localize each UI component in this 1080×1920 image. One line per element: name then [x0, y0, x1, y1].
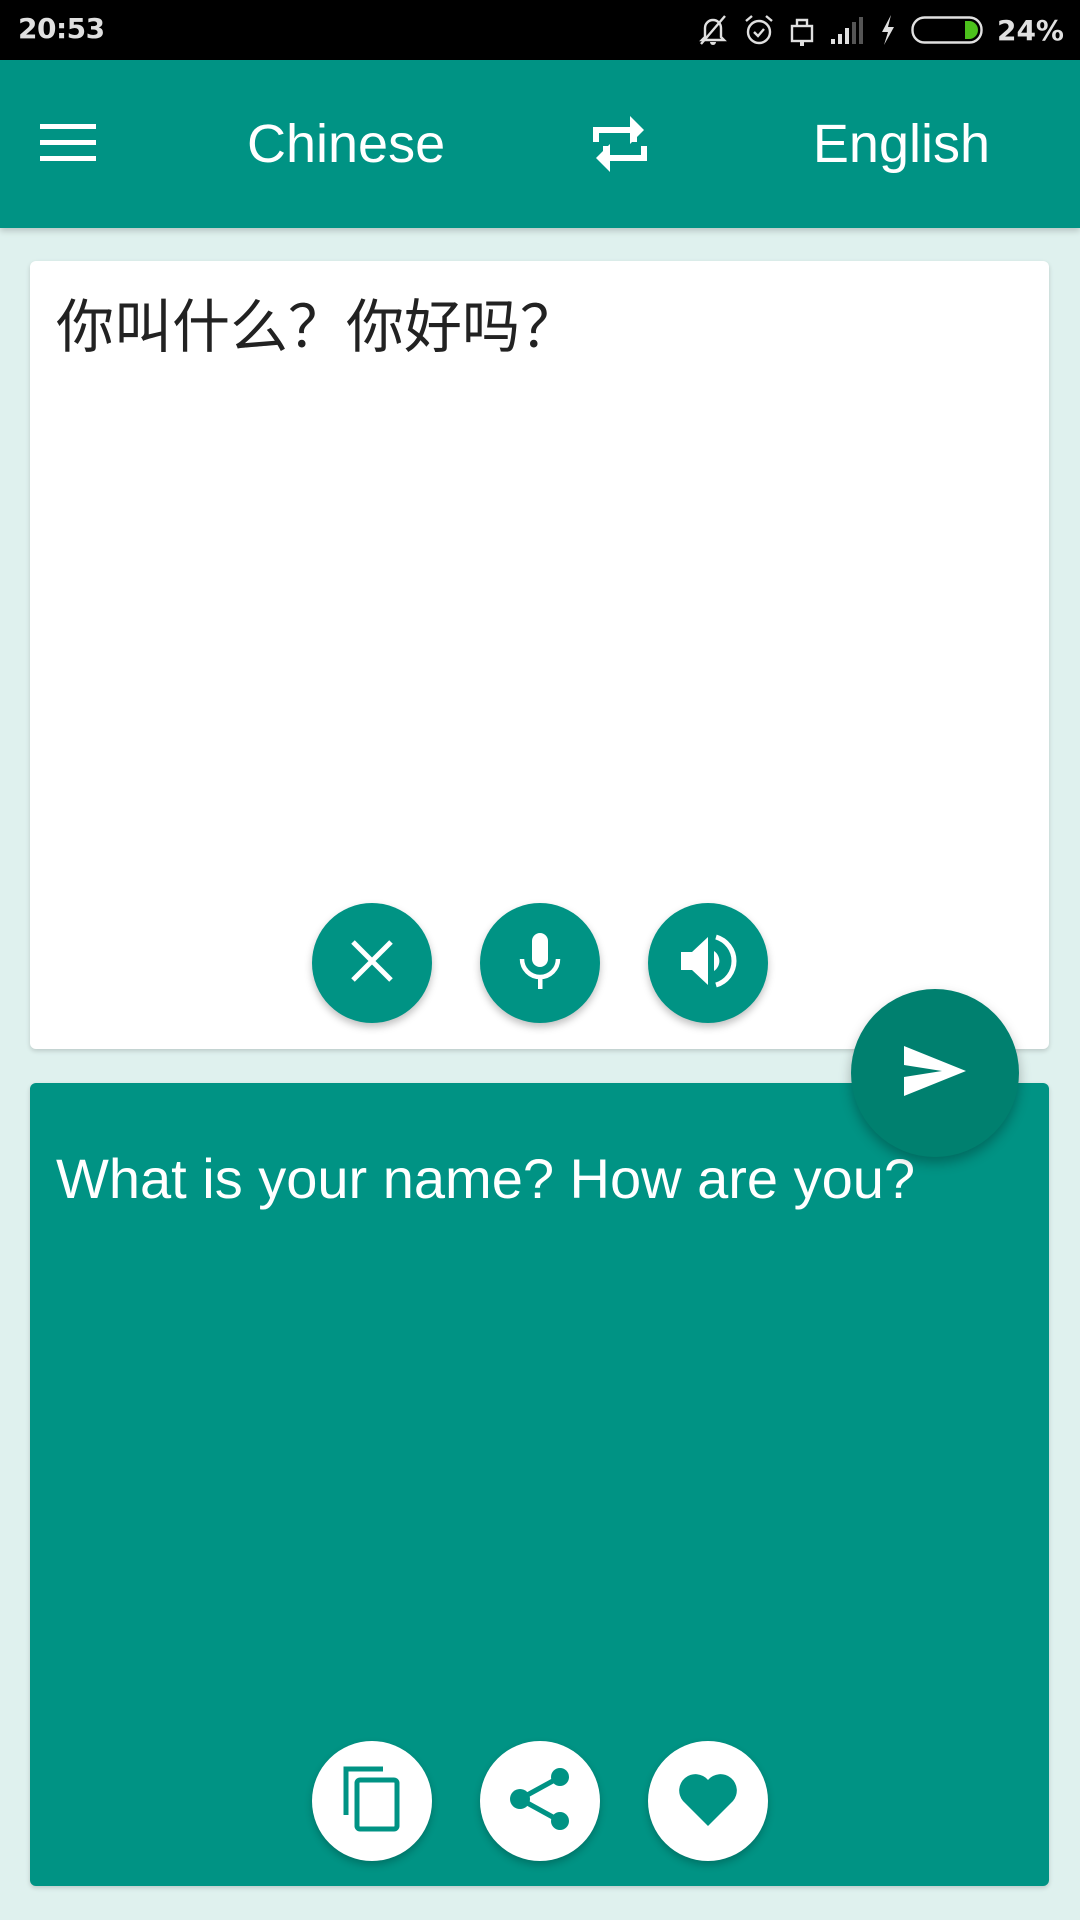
- translate-send-button[interactable]: [851, 989, 1019, 1157]
- send-icon: [902, 1044, 968, 1103]
- notifications-off-icon: [697, 13, 729, 47]
- copy-icon: [341, 1765, 403, 1838]
- status-time: 20:53: [18, 12, 105, 45]
- favorite-button[interactable]: [648, 1741, 768, 1861]
- heart-icon: [677, 1770, 739, 1833]
- source-language-selector[interactable]: Chinese: [247, 112, 445, 176]
- speaker-icon: [678, 931, 738, 996]
- input-card: 你叫什么？你好吗？: [30, 261, 1049, 1049]
- toolbar: Chinese English: [0, 60, 1080, 228]
- output-card: What is your name? How are you?: [30, 1083, 1049, 1886]
- translated-text: What is your name? How are you?: [56, 1147, 916, 1210]
- source-text-input[interactable]: 你叫什么？你好吗？: [56, 291, 1023, 363]
- signal-icon: [829, 15, 865, 45]
- status-icons: 24%: [697, 10, 1064, 50]
- swap-languages-icon: [590, 116, 650, 180]
- battery-icon: [911, 16, 983, 44]
- clear-button[interactable]: [312, 903, 432, 1023]
- target-language-selector[interactable]: English: [813, 112, 990, 176]
- voice-input-button[interactable]: [480, 903, 600, 1023]
- speak-button[interactable]: [648, 903, 768, 1023]
- status-bar: 20:53 24%: [0, 0, 1080, 60]
- copy-button[interactable]: [312, 1741, 432, 1861]
- lock-icon: [789, 13, 815, 47]
- charging-icon: [879, 13, 897, 47]
- alarm-icon: [743, 13, 775, 47]
- microphone-icon: [518, 931, 562, 996]
- share-icon: [508, 1767, 572, 1836]
- close-icon: [349, 938, 395, 989]
- swap-languages-button[interactable]: [590, 112, 660, 184]
- menu-button[interactable]: [40, 110, 130, 180]
- share-button[interactable]: [480, 1741, 600, 1861]
- battery-percentage: 24%: [996, 13, 1064, 47]
- hamburger-menu-icon: [40, 122, 98, 169]
